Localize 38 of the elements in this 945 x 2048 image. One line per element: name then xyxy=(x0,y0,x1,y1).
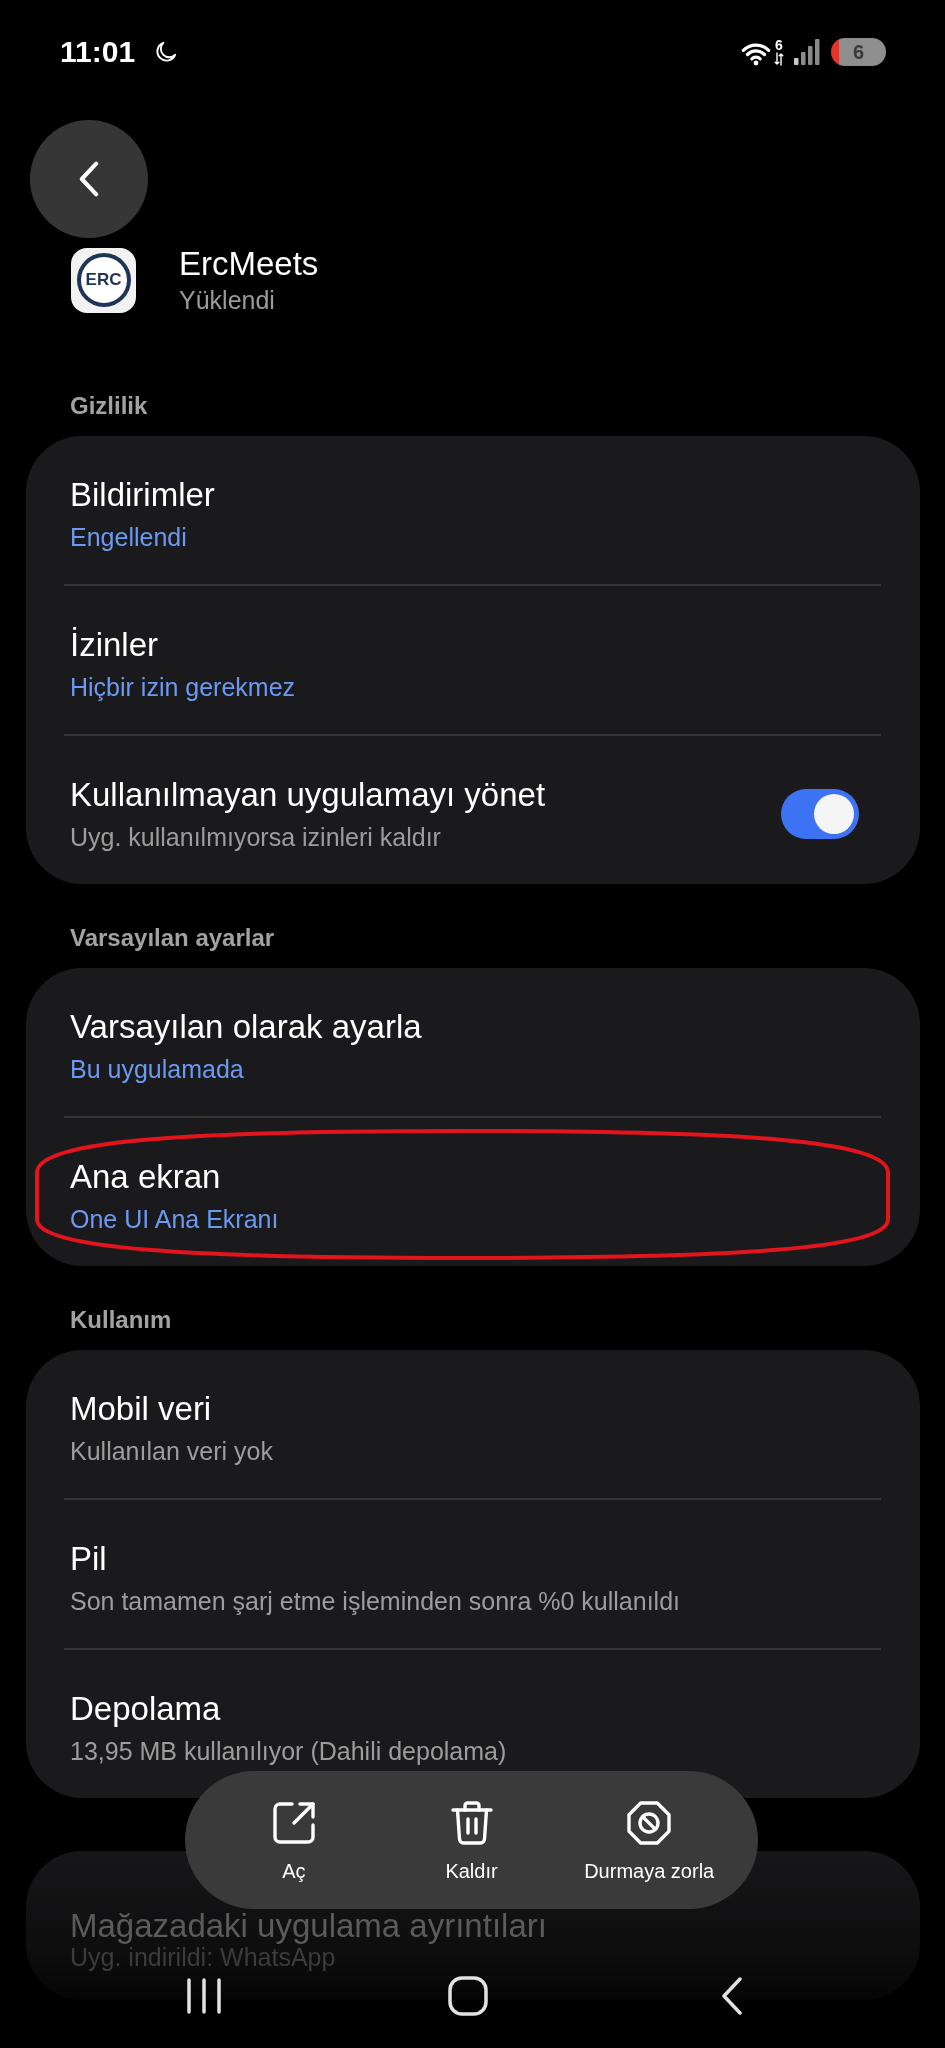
app-status: Yüklendi xyxy=(179,285,276,316)
setting-value: Son tamamen şarj etme işleminden sonra %0 kullanıldı xyxy=(70,1586,681,1617)
setting-title[interactable]: Kullanılmayan uygulamayı yönet xyxy=(70,774,546,816)
setting-title[interactable]: Varsayılan olarak ayarla xyxy=(70,1006,422,1048)
data-arrows-icon xyxy=(774,52,784,66)
recents-icon[interactable] xyxy=(186,1977,222,2015)
setting-title[interactable]: Depolama xyxy=(70,1688,221,1730)
setting-value: Kullanılan veri yok xyxy=(70,1436,273,1467)
setting-title[interactable]: Mobil veri xyxy=(70,1388,212,1430)
setting-title[interactable]: Bildirimler xyxy=(70,474,215,516)
setting-title[interactable]: Ana ekran xyxy=(70,1156,221,1198)
stop-icon xyxy=(627,1801,672,1845)
wifi-standard-text: 6 xyxy=(775,38,783,52)
uninstall-button[interactable]: Kaldır xyxy=(382,1771,561,1909)
section-header: Varsayılan ayarlar xyxy=(69,923,276,953)
home-icon[interactable] xyxy=(448,1976,488,2016)
back-icon xyxy=(78,161,100,197)
toggle-switch[interactable] xyxy=(781,789,859,839)
setting-title[interactable]: Pil xyxy=(70,1538,107,1580)
force-stop-button[interactable]: Durmaya zorla xyxy=(560,1771,738,1909)
setting-value: 13,95 MB kullanılıyor (Dahili depolama) xyxy=(70,1736,507,1767)
section-header: Gizlilik xyxy=(69,391,149,421)
logo-emblem: ERC xyxy=(76,253,131,307)
setting-value: Bu uygulamada xyxy=(70,1054,244,1085)
signal-icon xyxy=(793,38,821,66)
section-header: Kullanım xyxy=(69,1305,173,1335)
battery-indicator: 6 xyxy=(831,38,886,66)
external-link-icon xyxy=(271,1801,316,1845)
setting-value: Uyg. kullanılmıyorsa izinleri kaldır xyxy=(70,822,441,853)
app-name: ErcMeets xyxy=(179,244,319,284)
setting-title[interactable]: İzinler xyxy=(70,624,159,666)
setting-value: Hiçbir izin gerekmez xyxy=(70,672,296,703)
setting-value: One UI Ana Ekranı xyxy=(70,1204,279,1235)
trash-icon xyxy=(450,1801,493,1845)
back-icon[interactable] xyxy=(721,1977,743,2015)
status-time: 11:01 xyxy=(60,35,136,69)
setting-value: Engellendi xyxy=(70,522,187,553)
open-button[interactable]: Aç xyxy=(205,1771,383,1909)
